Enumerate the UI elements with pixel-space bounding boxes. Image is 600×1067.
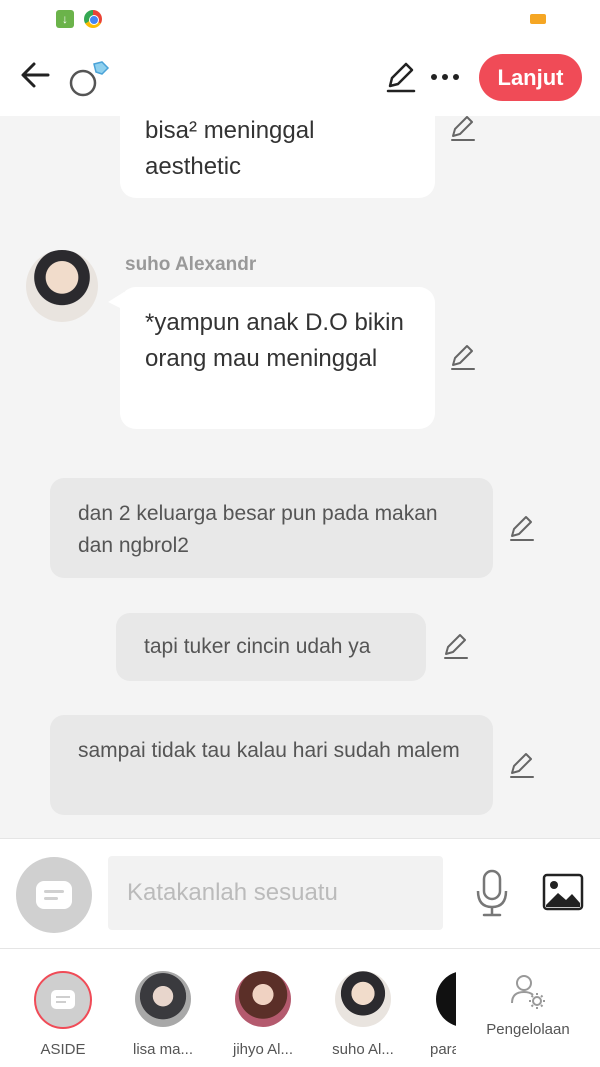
message-bubble[interactable]: bisa² meninggal aesthetic xyxy=(120,116,435,198)
character-item[interactable]: jihyo Al... xyxy=(218,971,308,1058)
battery-icon xyxy=(530,14,546,24)
avatar xyxy=(235,971,291,1027)
character-item[interactable]: suho Al... xyxy=(318,971,408,1058)
manage-characters-button[interactable]: Pengelolaan xyxy=(470,971,586,1038)
edit-icon[interactable] xyxy=(384,60,418,94)
narration-bubble[interactable]: dan 2 keluarga besar pun pada makan dan … xyxy=(50,478,493,578)
message-input[interactable]: Katakanlah sesuatu xyxy=(108,856,443,930)
narration-text: dan 2 keluarga besar pun pada makan dan … xyxy=(78,502,438,557)
chat-icon xyxy=(51,990,75,1009)
narration-text: tapi tuker cincin udah ya xyxy=(144,635,371,658)
user-settings-icon xyxy=(511,975,545,1009)
message-bubble[interactable]: *yampun anak D.O bikin orang mau meningg… xyxy=(120,287,435,429)
character-name: suho Al... xyxy=(332,1041,394,1058)
download-icon: ↓ xyxy=(56,10,74,28)
edit-message-icon[interactable] xyxy=(507,751,537,781)
character-aside[interactable]: ASIDE xyxy=(18,971,108,1058)
avatar[interactable] xyxy=(26,250,98,322)
character-item[interactable]: para xyxy=(410,971,456,1058)
chat-icon xyxy=(36,881,72,909)
narration-text: sampai tidak tau kalau hari sudah malem xyxy=(78,739,460,762)
edit-message-icon[interactable] xyxy=(448,116,478,144)
message-text: *yampun anak D.O bikin orang mau meningg… xyxy=(145,309,404,372)
microphone-icon[interactable] xyxy=(472,869,512,917)
top-bar: Lanjut xyxy=(0,40,600,116)
character-name: jihyo Al... xyxy=(232,1041,294,1058)
aside-avatar xyxy=(34,971,92,1029)
character-name: ASIDE xyxy=(40,1041,86,1058)
narration-bubble[interactable]: tapi tuker cincin udah ya xyxy=(116,613,426,681)
divider xyxy=(456,949,470,1067)
edit-message-icon[interactable] xyxy=(507,514,537,544)
input-bar: Katakanlah sesuatu xyxy=(0,838,600,948)
character-name: para xyxy=(430,1041,456,1058)
chrome-icon xyxy=(84,10,102,28)
more-options-icon[interactable] xyxy=(428,62,462,92)
character-name: lisa ma... xyxy=(132,1041,193,1058)
chat-area: bisa² meninggal aesthetic suho Alexandr … xyxy=(0,116,600,838)
narration-bubble[interactable]: sampai tidak tau kalau hari sudah malem xyxy=(50,715,493,815)
edit-message-icon[interactable] xyxy=(448,343,478,373)
edit-message-icon[interactable] xyxy=(441,632,471,662)
avatar xyxy=(135,971,191,1027)
next-button[interactable]: Lanjut xyxy=(479,54,582,101)
sender-name: suho Alexandr xyxy=(125,254,257,275)
avatar xyxy=(335,971,391,1027)
status-bar: ↓ xyxy=(0,0,600,40)
message-text: bisa² meninggal aesthetic xyxy=(145,117,315,180)
narration-toggle-button[interactable] xyxy=(16,857,92,933)
character-bar: ASIDE lisa ma... jihyo Al... suho Al... … xyxy=(0,948,600,1067)
image-icon[interactable] xyxy=(542,873,584,911)
ring-icon[interactable] xyxy=(66,58,112,100)
manage-label: Pengelolaan xyxy=(486,1021,570,1038)
character-item[interactable]: lisa ma... xyxy=(118,971,208,1058)
avatar xyxy=(436,971,456,1027)
back-arrow-icon[interactable] xyxy=(18,58,52,92)
